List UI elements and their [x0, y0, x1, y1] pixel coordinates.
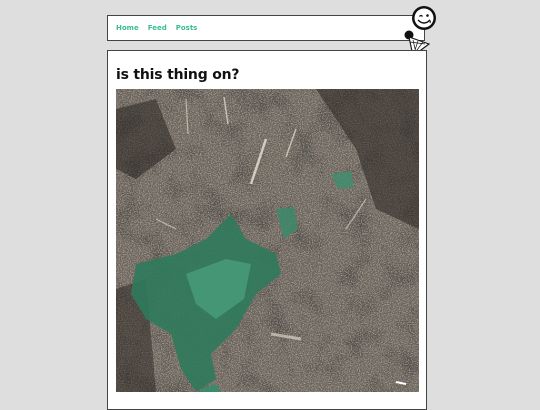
nav-link-home[interactable]: Home	[116, 24, 139, 32]
post-card: is this thing on?	[107, 50, 427, 410]
nav-link-posts[interactable]: Posts	[176, 24, 198, 32]
post-image	[116, 89, 419, 392]
post-title: is this thing on?	[116, 67, 240, 83]
nav-bar: Home Feed Posts	[107, 15, 425, 41]
nav-links: Home Feed Posts	[116, 24, 197, 32]
nav-link-feed[interactable]: Feed	[148, 24, 167, 32]
